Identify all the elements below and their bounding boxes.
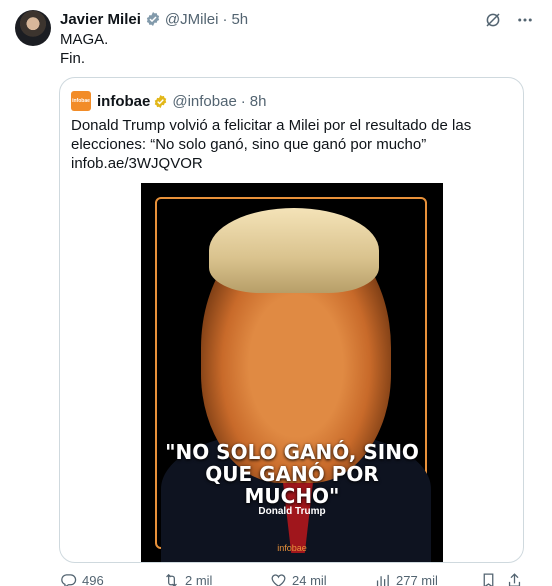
like-button[interactable]: 24 mil [270, 572, 327, 586]
image-attribution: Donald Trump [258, 506, 326, 517]
image-quote-line: MUCHO" [244, 484, 340, 508]
share-button[interactable] [506, 572, 523, 586]
dot-separator: · [240, 92, 246, 110]
image-quote: "NO SOLO GANÓ, SINO QUE GANÓ POR MUCHO" [141, 441, 443, 507]
quoted-tweet-header: infobae infobae @infobae · 8h [71, 91, 266, 111]
views-button[interactable]: 277 mil [374, 572, 438, 586]
views-count: 277 mil [396, 573, 438, 586]
repost-count: 2 mil [185, 573, 213, 586]
repost-button[interactable]: 2 mil [163, 572, 212, 586]
gray-check-badge-icon [146, 12, 160, 26]
quoted-tweet-text: Donald Trump volvió a felicitar a Milei … [71, 117, 472, 172]
tweet-header: Javier Milei @JMilei · 5h [60, 9, 248, 29]
author-name[interactable]: Javier Milei [60, 11, 141, 28]
quoted-author-handle[interactable]: @infobae [172, 93, 236, 110]
tweet-text-line: MAGA. [60, 31, 109, 48]
tweet-text-line: Fin. [60, 50, 86, 67]
repost-icon [166, 573, 177, 586]
tweet-post: Javier Milei @JMilei · 5h MAGA. Fin. inf… [0, 0, 552, 586]
grok-icon[interactable] [484, 11, 502, 29]
dot-separator: · [222, 10, 228, 28]
author-handle[interactable]: @JMilei [165, 11, 219, 28]
image-hair [209, 208, 379, 293]
more-icon[interactable] [516, 11, 534, 29]
reply-button[interactable]: 496 [60, 572, 104, 586]
quoted-author-name[interactable]: infobae [97, 93, 150, 110]
author-avatar[interactable] [15, 10, 51, 46]
post-time[interactable]: 5h [231, 11, 248, 28]
share-icon [508, 573, 521, 586]
bookmark-button[interactable] [480, 572, 497, 586]
views-icon [376, 574, 389, 586]
tweet-text: MAGA. Fin. [60, 30, 108, 68]
like-count: 24 mil [292, 573, 327, 586]
quoted-post-time[interactable]: 8h [250, 93, 267, 110]
bookmark-icon [483, 573, 494, 586]
heart-icon [271, 574, 286, 586]
image-quote-line: QUE GANÓ POR [205, 462, 379, 486]
image-quote-line: "NO SOLO GANÓ, SINO [165, 440, 419, 464]
quoted-tweet[interactable]: infobae infobae @infobae · 8h Donald Tru… [59, 77, 524, 563]
action-bar: 496 2 mil 24 mil 277 mil [60, 572, 530, 586]
infobae-logo[interactable]: infobae [71, 91, 91, 111]
quoted-tweet-image[interactable]: "NO SOLO GANÓ, SINO QUE GANÓ POR MUCHO" … [141, 183, 443, 562]
gold-check-badge-icon [155, 94, 167, 108]
image-brand: infobae [277, 543, 307, 553]
top-actions [484, 11, 534, 29]
reply-count: 496 [82, 573, 104, 586]
reply-icon [61, 574, 77, 586]
